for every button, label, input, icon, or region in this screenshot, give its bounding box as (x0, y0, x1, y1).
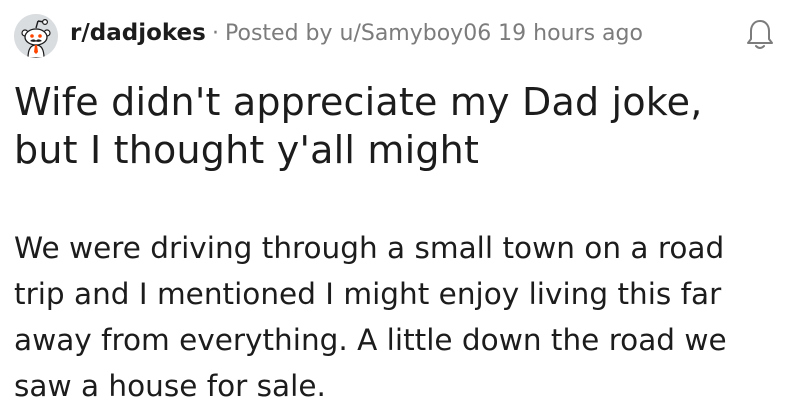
post-body: We were driving through a small town on … (14, 231, 727, 403)
snoo-avatar-icon (14, 14, 58, 58)
meta-separator: · (212, 21, 219, 46)
subreddit-avatar[interactable] (14, 14, 58, 58)
bell-icon (747, 20, 773, 49)
post-meta: · Posted by u/Samyboy06 19 hours ago (212, 21, 643, 46)
posted-by-text[interactable]: Posted by u/Samyboy06 19 hours ago (225, 21, 643, 46)
notification-button[interactable] (738, 12, 782, 58)
post-title[interactable]: Wife didn't appreciate my Dad joke, but … (14, 78, 774, 174)
subreddit-link[interactable]: r/dadjokes (70, 20, 206, 46)
post-header: r/dadjokes · Posted by u/Samyboy06 19 hou… (14, 12, 784, 58)
